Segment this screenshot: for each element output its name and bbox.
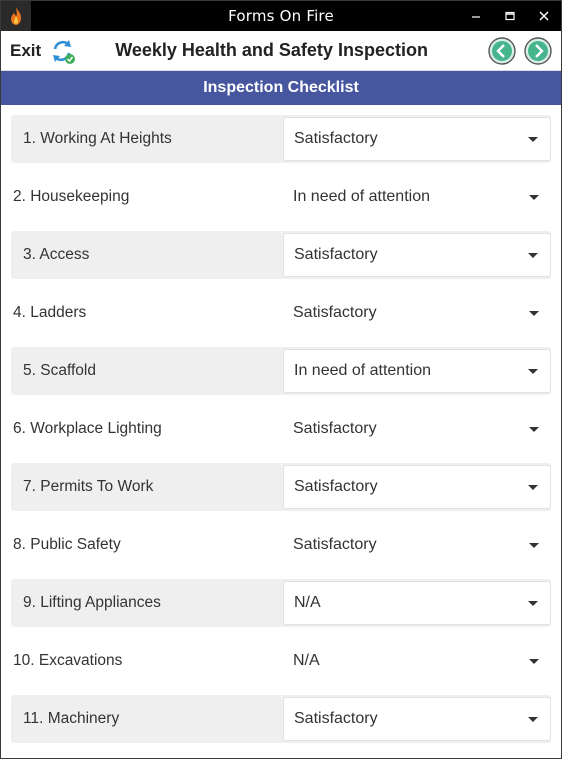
status-dropdown[interactable]: Satisfactory <box>283 697 551 741</box>
minimize-icon <box>472 16 480 18</box>
caret-down-icon <box>528 252 538 258</box>
checklist-row: 9. Lifting Appliances N/A <box>11 579 551 627</box>
sync-icon[interactable] <box>47 36 77 66</box>
status-dropdown[interactable]: Satisfactory <box>283 521 551 569</box>
dropdown-value: Satisfactory <box>293 536 377 553</box>
status-dropdown[interactable]: Satisfactory <box>283 405 551 453</box>
checklist-row: 10. Excavations N/A <box>11 637 551 685</box>
checklist-item-label: 7. Permits To Work <box>23 478 154 495</box>
caret-down-icon <box>529 658 539 664</box>
dropdown-value: Satisfactory <box>294 478 378 495</box>
checklist-row: 5. Scaffold In need of attention <box>11 347 551 395</box>
page-navigation <box>487 36 553 66</box>
checklist-row: 2. Housekeeping In need of attention <box>11 173 551 221</box>
dropdown-value: N/A <box>293 652 320 669</box>
checklist-item-label: 10. Excavations <box>13 652 123 669</box>
maximize-icon <box>505 11 515 21</box>
flame-icon <box>1 1 31 31</box>
dropdown-value: Satisfactory <box>293 304 377 321</box>
previous-page-icon[interactable] <box>487 36 517 66</box>
inspection-checklist: 1. Working At Heights Satisfactory 2. Ho… <box>1 105 561 743</box>
checklist-item-label: 3. Access <box>23 246 90 263</box>
caret-down-icon <box>529 194 539 200</box>
checklist-item-label: 4. Ladders <box>13 304 87 321</box>
checklist-row: 1. Working At Heights Satisfactory <box>11 115 551 163</box>
status-dropdown[interactable]: In need of attention <box>283 349 551 393</box>
section-header: Inspection Checklist <box>1 71 561 105</box>
window-controls <box>459 1 561 31</box>
dropdown-value: Satisfactory <box>294 130 378 147</box>
checklist-item-label: 11. Machinery <box>23 710 120 727</box>
caret-down-icon <box>528 484 538 490</box>
checklist-item-label: 2. Housekeeping <box>13 188 130 205</box>
checklist-item-label: 8. Public Safety <box>13 536 121 553</box>
close-icon <box>539 11 549 21</box>
caret-down-icon <box>528 136 538 142</box>
caret-down-icon <box>529 426 539 432</box>
app-window: Forms On Fire Exit Weekly Health and Saf… <box>0 0 562 759</box>
checklist-row: 4. Ladders Satisfactory <box>11 289 551 337</box>
dropdown-value: N/A <box>294 594 321 611</box>
checklist-row: 8. Public Safety Satisfactory <box>11 521 551 569</box>
caret-down-icon <box>528 716 538 722</box>
app-header: Exit Weekly Health and Safety Inspection <box>1 31 561 71</box>
dropdown-value: Satisfactory <box>294 246 378 263</box>
caret-down-icon <box>529 542 539 548</box>
checklist-row: 6. Workplace Lighting Satisfactory <box>11 405 551 453</box>
checklist-row: 3. Access Satisfactory <box>11 231 551 279</box>
status-dropdown[interactable]: Satisfactory <box>283 117 551 161</box>
checklist-row: 11. Machinery Satisfactory <box>11 695 551 743</box>
minimize-button[interactable] <box>459 1 493 31</box>
checklist-item-label: 9. Lifting Appliances <box>23 594 161 611</box>
maximize-button[interactable] <box>493 1 527 31</box>
checklist-item-label: 6. Workplace Lighting <box>13 420 162 437</box>
title-bar[interactable]: Forms On Fire <box>1 1 561 31</box>
exit-button[interactable]: Exit <box>10 41 41 61</box>
next-page-icon[interactable] <box>523 36 553 66</box>
status-dropdown[interactable]: N/A <box>283 581 551 625</box>
status-dropdown[interactable]: N/A <box>283 637 551 685</box>
checklist-item-label: 1. Working At Heights <box>23 130 172 147</box>
dropdown-value: Satisfactory <box>293 420 377 437</box>
checklist-row: 7. Permits To Work Satisfactory <box>11 463 551 511</box>
status-dropdown[interactable]: Satisfactory <box>283 233 551 277</box>
caret-down-icon <box>528 600 538 606</box>
dropdown-value: Satisfactory <box>294 710 378 727</box>
caret-down-icon <box>529 310 539 316</box>
checklist-item-label: 5. Scaffold <box>23 362 96 379</box>
status-dropdown[interactable]: Satisfactory <box>283 289 551 337</box>
caret-down-icon <box>528 368 538 374</box>
status-dropdown[interactable]: Satisfactory <box>283 465 551 509</box>
close-button[interactable] <box>527 1 561 31</box>
dropdown-value: In need of attention <box>294 362 431 379</box>
form-title: Weekly Health and Safety Inspection <box>115 40 428 60</box>
dropdown-value: In need of attention <box>293 188 430 205</box>
status-dropdown[interactable]: In need of attention <box>283 173 551 221</box>
